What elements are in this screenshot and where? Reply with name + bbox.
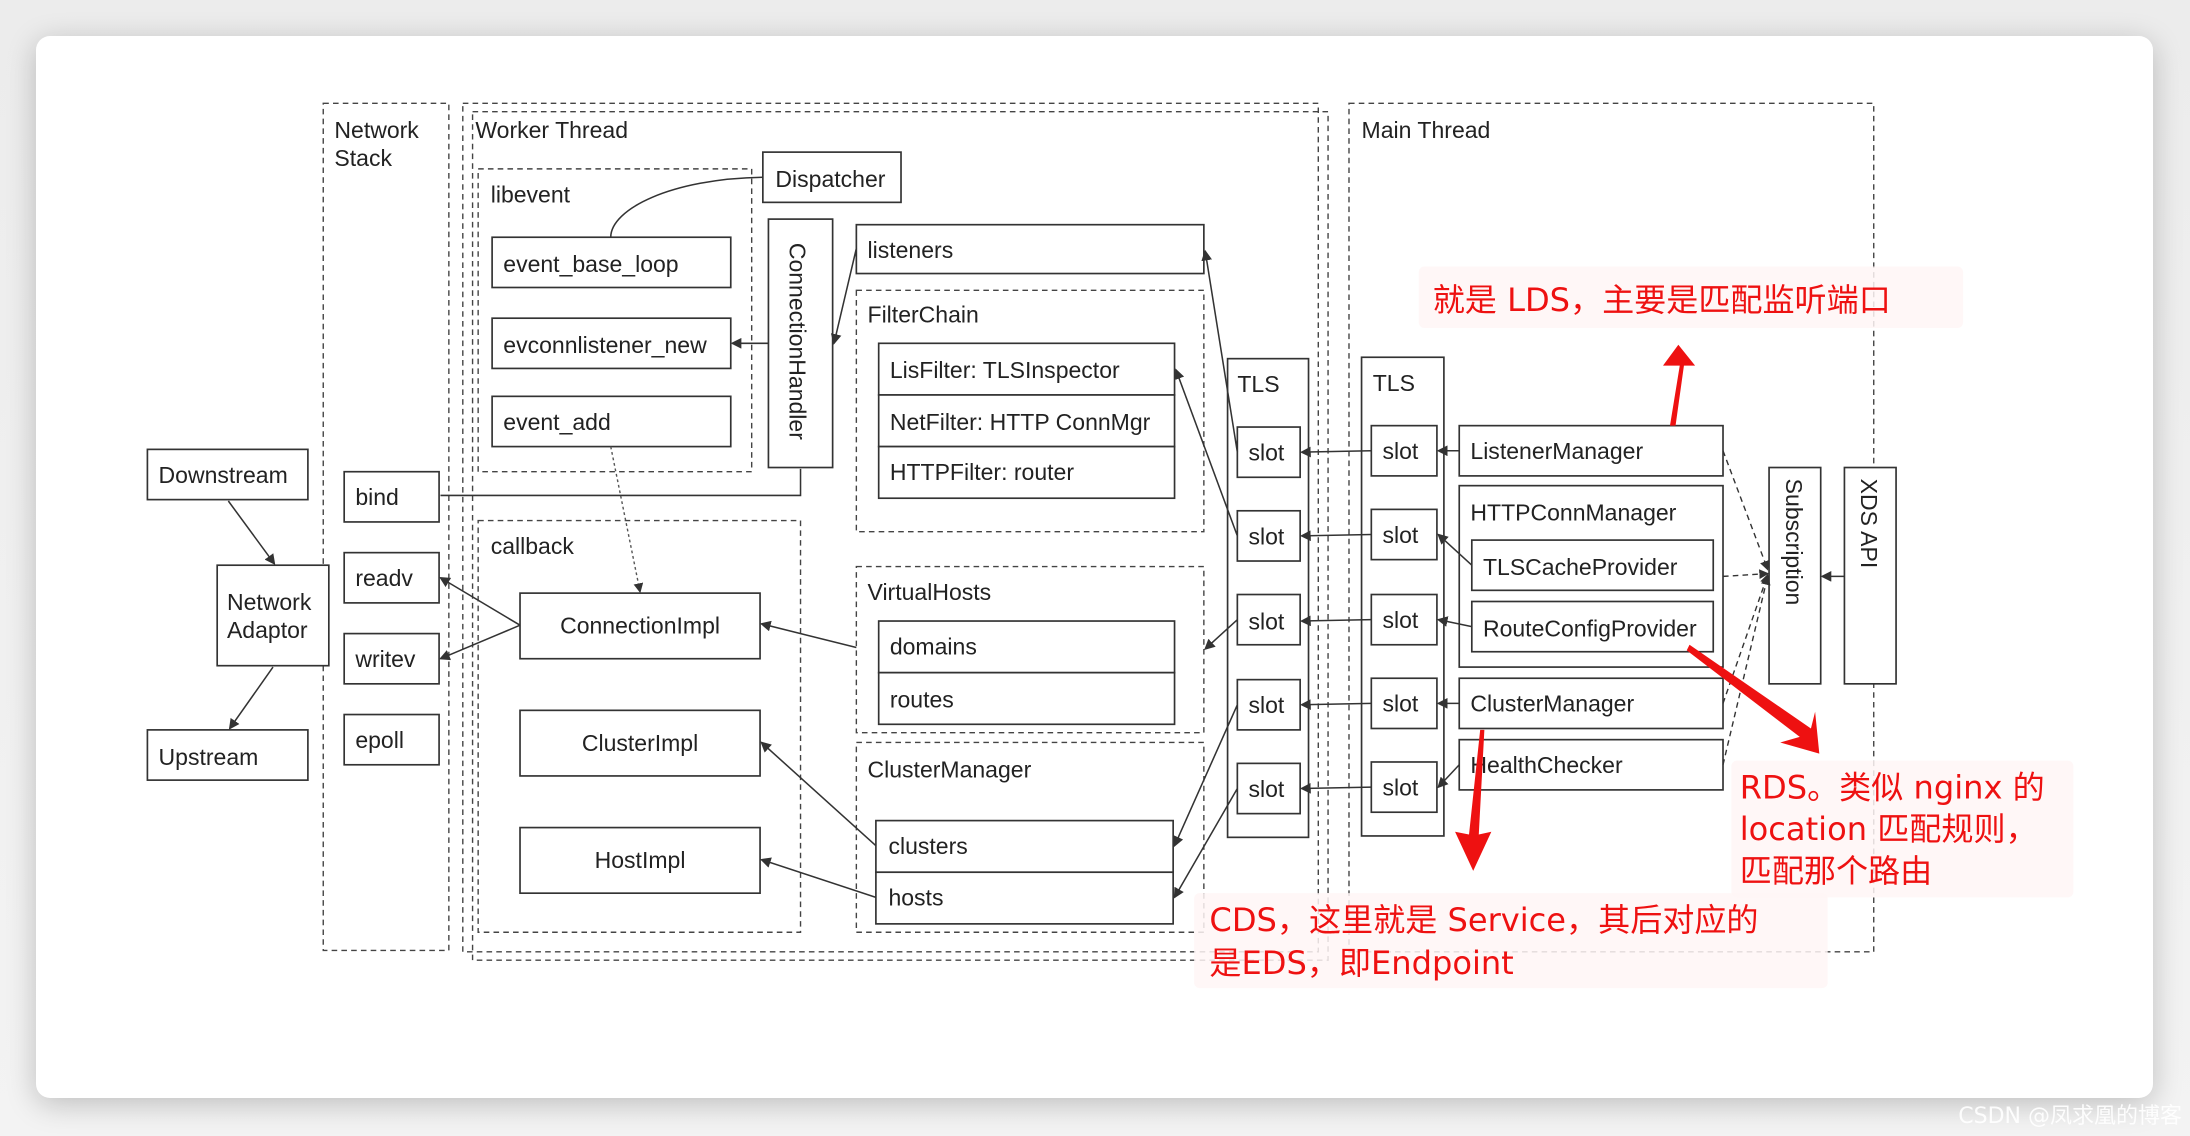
listeners-label: listeners (868, 237, 954, 263)
filter-chain-title: FilterChain (868, 301, 979, 327)
callback-title: callback (491, 533, 575, 559)
network-adaptor-box[interactable] (216, 564, 330, 667)
cds-annotation-line1: CDS，这里就是 Service，其后对应的 (1209, 901, 1758, 939)
event-base-loop-label: event_base_loop (503, 251, 678, 277)
writev-label: writev (354, 646, 416, 672)
virtual-hosts-title: VirtualHosts (868, 579, 992, 605)
main-thread-title: Main Thread (1362, 117, 1491, 143)
http-filter-label: HTTPFilter: router (890, 459, 1074, 485)
main-tls-title: TLS (1373, 370, 1415, 396)
arrow-downstream-adaptor (227, 500, 276, 566)
xds-api-label: XDS API (1856, 479, 1882, 569)
network-stack-title-1: Network (334, 117, 419, 143)
arrow-adaptor-upstream (228, 666, 274, 730)
worker-slot-4-label: slot (1249, 692, 1285, 718)
arrow-vhosts-connection (759, 620, 857, 649)
network-stack-region (322, 102, 450, 952)
worker-slot-5-label: slot (1249, 776, 1285, 802)
dashed-http-subscription (1722, 569, 1770, 579)
worker-slot-3-label: slot (1249, 608, 1285, 634)
route-config-provider-label: RouteConfigProvider (1483, 615, 1697, 641)
main-slot-4-label: slot (1382, 691, 1418, 717)
cds-annotation-line2: 是EDS，即Endpoint (1209, 944, 1513, 982)
clusters-label: clusters (888, 833, 967, 859)
rds-annotation-line3: 匹配那个路由 (1740, 852, 1932, 890)
net-filter-label: NetFilter: HTTP ConnMgr (890, 409, 1151, 435)
main-slot-3-label: slot (1382, 607, 1418, 633)
network-adaptor-label-2: Adaptor (227, 617, 308, 643)
dispatcher-label: Dispatcher (775, 166, 885, 192)
main-slot-5-label: slot (1382, 774, 1418, 800)
arrow-connection-readv (439, 576, 521, 626)
arrow-slot5-hosts (1173, 788, 1239, 899)
event-add-label: event_add (503, 409, 611, 435)
evconnlistener-new-label: evconnlistener_new (503, 332, 707, 358)
routes-label: routes (890, 687, 954, 713)
arrow-slot1-listeners (1201, 249, 1239, 453)
connection-handler-label: ConnectionHandler (784, 243, 810, 440)
listener-manager-label: ListenerManager (1470, 438, 1643, 464)
architecture-diagram: Network Stack Worker Thread Main Thread … (146, 102, 2074, 989)
worker-slot-1-label: slot (1249, 440, 1285, 466)
bind-label: bind (355, 484, 399, 510)
health-checker-label: HealthChecker (1470, 752, 1623, 778)
dashed-lm-subscription (1722, 450, 1770, 571)
lis-filter-label: LisFilter: TLSInspector (890, 357, 1120, 383)
worker-slot-2-label: slot (1249, 523, 1285, 549)
network-stack-items: bind readv writev epoll (343, 470, 440, 766)
rds-annotation-line1: RDS。类似 nginx 的 (1740, 768, 2045, 806)
dispatcher-event-loop-curve (609, 176, 763, 238)
readv-label: readv (355, 565, 413, 591)
connection-impl-label: ConnectionImpl (560, 613, 720, 639)
lds-arrow-icon (1663, 344, 1696, 426)
main-slot-1-label: slot (1382, 438, 1418, 464)
network-adaptor-label-1: Network (227, 589, 312, 615)
subscription-label: Subscription (1781, 479, 1807, 606)
upstream-label: Upstream (159, 744, 259, 770)
domains-label: domains (890, 634, 977, 660)
watermark: CSDN @凤求凰的博客 (1958, 1104, 2182, 1129)
epoll-label: epoll (355, 727, 404, 753)
hosts-label: hosts (888, 885, 943, 911)
downstream-label: Downstream (159, 462, 288, 488)
arrow-listeners-handler (830, 248, 858, 345)
lds-annotation: 就是 LDS，主要是匹配监听端口 (1433, 281, 1891, 319)
dotted-event-add-connection (610, 446, 644, 594)
host-impl-label: HostImpl (595, 847, 686, 873)
cluster-impl-label: ClusterImpl (582, 730, 698, 756)
http-conn-manager-label: HTTPConnManager (1470, 500, 1676, 526)
worker-tls-title: TLS (1237, 371, 1279, 397)
tls-cache-provider-label: TLSCacheProvider (1483, 554, 1678, 580)
cluster-manager-main-label: ClusterManager (1470, 691, 1634, 717)
cluster-manager-worker-title: ClusterManager (868, 756, 1032, 782)
arrow-hosts-hostimpl (759, 857, 877, 899)
rds-annotation-line2: location 匹配规则， (1740, 810, 2038, 848)
arrow-connection-writev (439, 624, 521, 661)
dashed-hc-subscription (1722, 575, 1771, 765)
arrow-clusters-clusterimpl (760, 741, 877, 847)
main-slot-2-label: slot (1382, 522, 1418, 548)
libevent-title: libevent (491, 181, 571, 207)
worker-thread-title: Worker Thread (475, 117, 628, 143)
network-stack-title-2: Stack (334, 145, 392, 171)
